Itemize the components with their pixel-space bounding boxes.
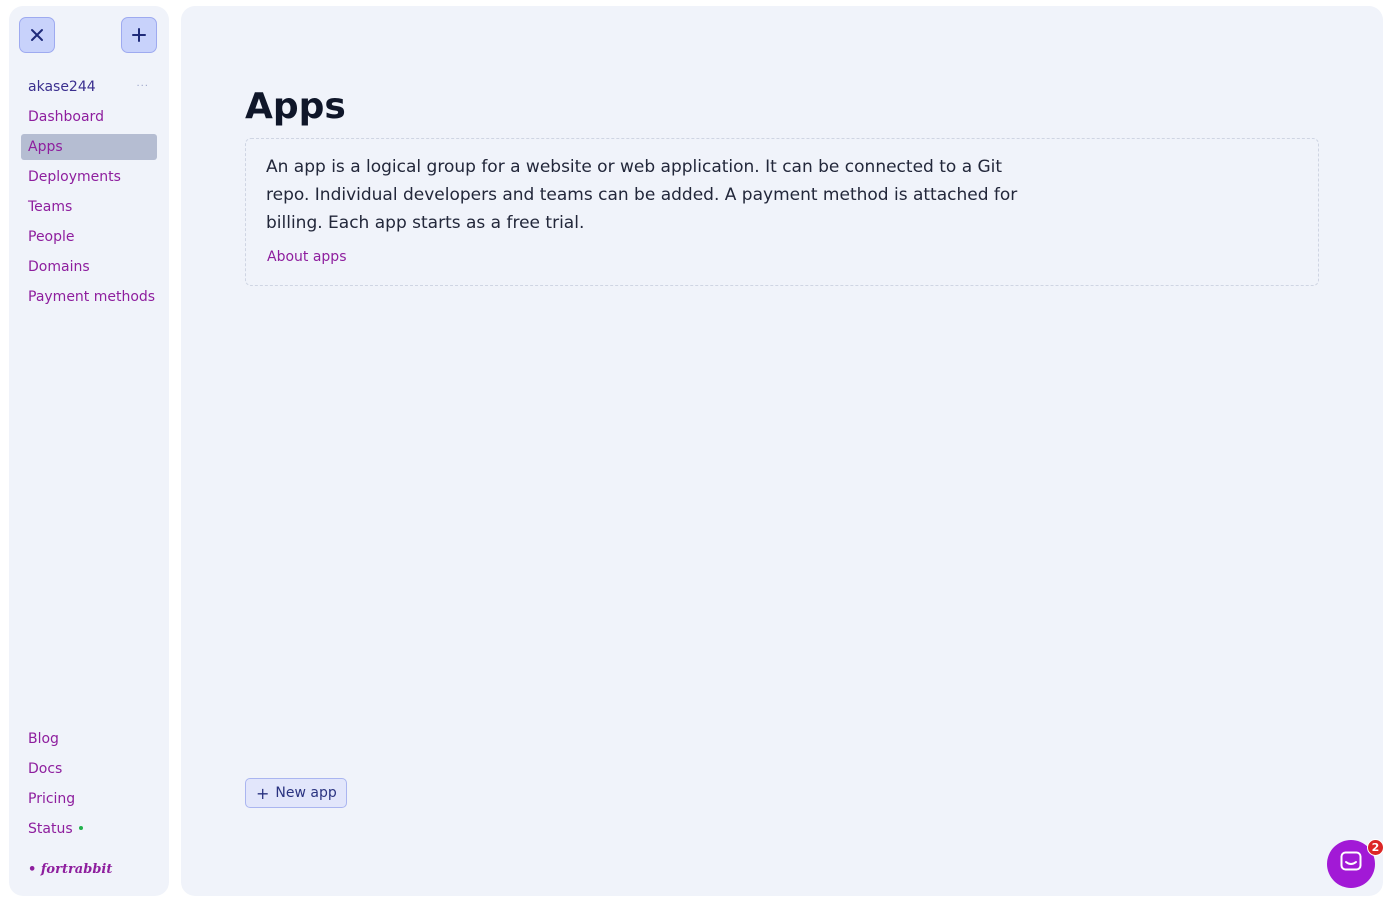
sidebar-item-people[interactable]: People [21,224,157,250]
footer-link-docs[interactable]: Docs [21,756,157,782]
sidebar-nav: akase244 ··· Dashboard Apps Deployments … [21,74,157,314]
footer-link-pricing[interactable]: Pricing [21,786,157,812]
footer-link-blog[interactable]: Blog [21,726,157,752]
sidebar-item-dashboard[interactable]: Dashboard [21,104,157,130]
sidebar: akase244 ··· Dashboard Apps Deployments … [9,6,169,896]
apps-description: An app is a logical group for a website … [266,157,1018,233]
sidebar-item-payment-methods[interactable]: Payment methods [21,284,157,310]
sidebar-item-domains[interactable]: Domains [21,254,157,280]
new-app-button[interactable]: + New app [245,778,347,808]
page-title: Apps [245,86,346,127]
sidebar-footer-nav: Blog Docs Pricing Status [21,726,157,846]
main-panel: Apps An app is a logical group for a web… [181,6,1383,896]
user-name: akase244 [28,79,96,95]
sidebar-item-teams[interactable]: Teams [21,194,157,220]
info-box: An app is a logical group for a website … [245,138,1319,286]
brand-logo[interactable]: • fortrabbit [28,862,112,877]
status-label: Status [28,821,73,837]
user-menu-icon[interactable]: ··· [136,74,149,100]
chat-notification-badge: 2 [1367,839,1384,856]
plus-icon [131,27,147,43]
add-button[interactable] [121,17,157,53]
sidebar-item-deployments[interactable]: Deployments [21,164,157,190]
chat-icon [1340,851,1362,877]
close-icon [30,28,44,42]
new-app-label: New app [275,785,337,801]
status-indicator-icon [78,826,83,830]
close-sidebar-button[interactable] [19,17,55,53]
plus-icon: + [256,783,270,803]
about-apps-link[interactable]: About apps [267,249,347,265]
sidebar-user[interactable]: akase244 ··· [21,74,157,100]
sidebar-item-apps[interactable]: Apps [21,134,157,160]
footer-link-status[interactable]: Status [21,816,157,842]
